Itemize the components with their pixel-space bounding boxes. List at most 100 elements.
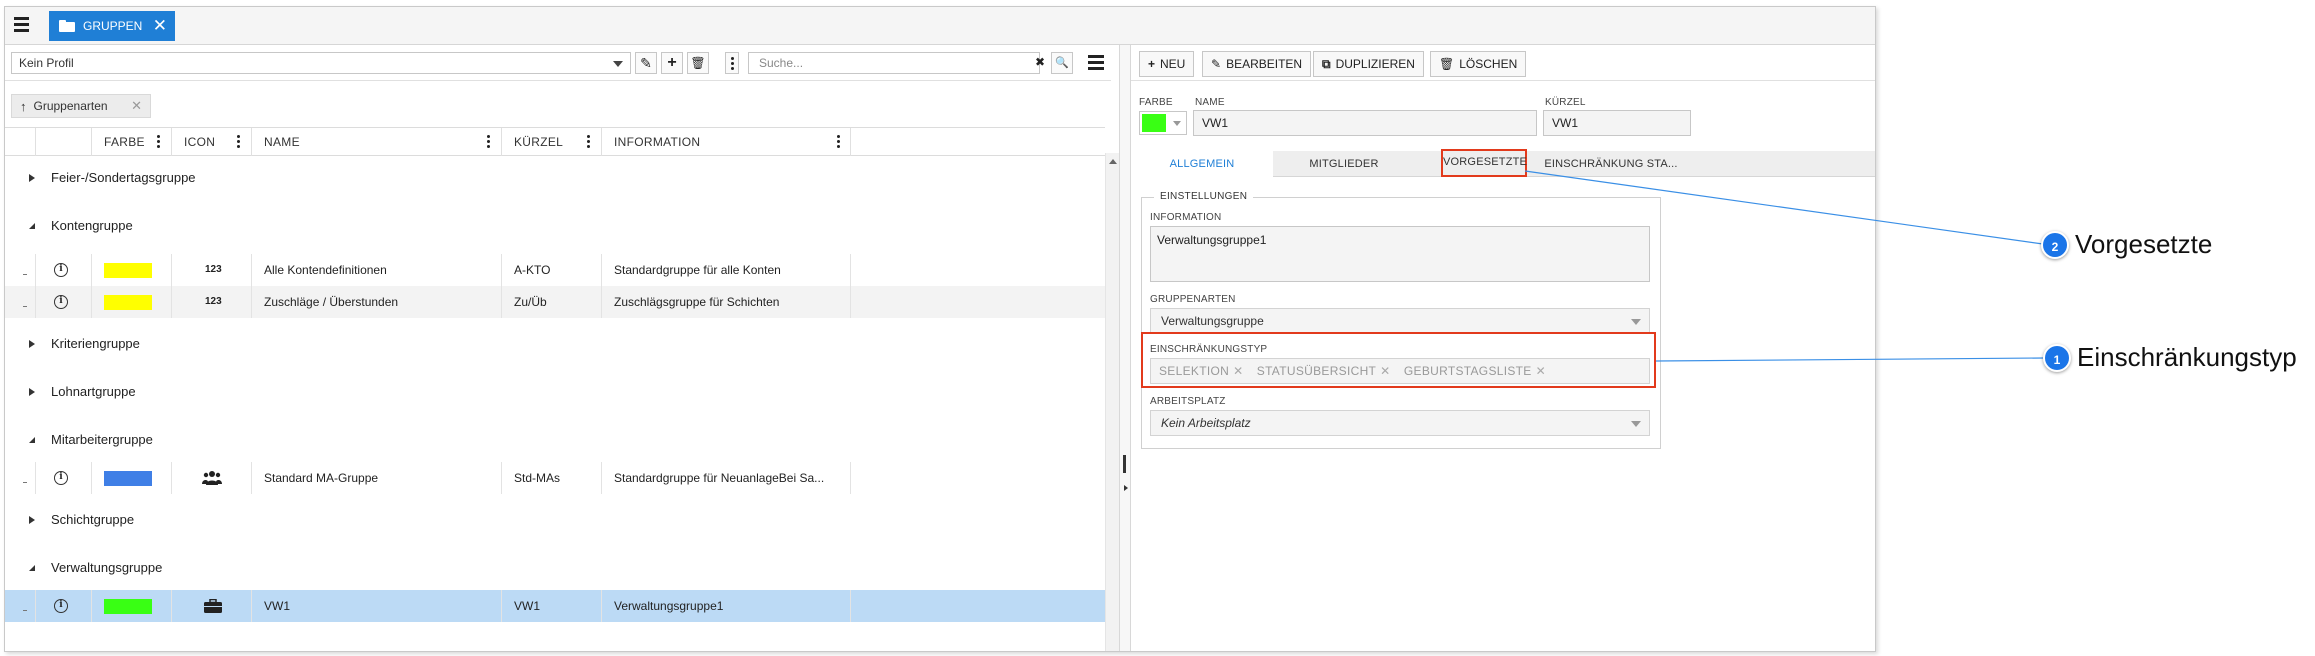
cell-info[interactable]: i [35,590,91,622]
col-header-name[interactable]: NAME [251,128,501,156]
grid-scrollbar[interactable] [1105,153,1119,651]
col-header-icon[interactable]: ICON [171,128,251,156]
tree-connector [23,482,27,483]
clear-search-icon[interactable]: ✖ [1029,52,1051,74]
expand-arrow-icon[interactable] [29,174,35,182]
delete-button[interactable]: 🗑 LÖSCHEN [1430,51,1527,77]
tag-remove-icon[interactable]: ✕ [1233,364,1243,378]
scroll-up-icon[interactable] [1109,159,1117,164]
group-row-kriterien[interactable]: Kriteriengruppe [5,328,1105,360]
group-row-mitarbeiter[interactable]: Mitarbeitergruppe [5,424,1105,456]
delete-profile-button[interactable]: 🗑 [687,52,709,74]
new-button[interactable]: + NEU [1139,51,1195,77]
tab-close-icon[interactable]: ✕ [153,17,167,34]
main-menu-icon[interactable] [13,16,31,32]
cell-farbe [91,254,171,286]
col-information-kebab-icon[interactable] [832,135,844,149]
col-header-information[interactable]: INFORMATION [601,128,851,156]
cell-info[interactable]: i [35,254,91,286]
numbers-icon: 123 [205,264,222,275]
add-profile-button[interactable]: + [661,52,683,74]
cell-info[interactable]: i [35,462,91,494]
briefcase-icon [204,599,222,613]
information-textarea[interactable]: Verwaltungsgruppe1 [1150,226,1650,282]
name-field[interactable] [1193,110,1537,136]
column-options-kebab-icon[interactable] [725,52,739,74]
info-icon[interactable]: i [54,295,68,309]
delete-button-label: LÖSCHEN [1459,57,1518,71]
chevron-down-icon [613,61,623,67]
arbeitsplatz-label: ARBEITSPLATZ [1150,396,1226,407]
col-farbe-kebab-icon[interactable] [152,135,164,149]
edit-button-label: BEARBEITEN [1226,57,1303,71]
breadcrumb-close-icon[interactable]: ✕ [131,98,142,114]
tab-allgemein[interactable]: ALLGEMEIN [1131,151,1273,177]
tag-statusuebersicht[interactable]: STATUSÜBERSICHT ✕ [1257,364,1391,378]
cell-name: VW1 [251,590,501,622]
einschraenkungstyp-multiselect[interactable]: SELEKTION ✕ STATUSÜBERSICHT ✕ GEBURTSTAGSL… [1150,358,1650,384]
info-icon[interactable]: i [54,599,68,613]
table-row[interactable]: i 123 Zuschläge / Überstunden Zu/Üb Zusc… [5,286,1105,318]
breadcrumb-chip-gruppenarten[interactable]: ↑ Gruppenarten ✕ [11,94,151,118]
col-icon-kebab-icon[interactable] [232,135,244,149]
duplicate-button[interactable]: ⧉ DUPLIZIEREN [1313,51,1424,77]
collapse-arrow-icon[interactable] [29,437,35,443]
search-input[interactable] [748,52,1040,74]
color-picker[interactable] [1139,111,1187,135]
tag-remove-icon[interactable]: ✕ [1380,364,1390,378]
group-row-feier[interactable]: Feier-/Sondertagsgruppe [5,162,1105,194]
profile-select[interactable]: Kein Profil [11,52,631,74]
table-row[interactable]: i 123 Alle Kontendefinitionen A-KTO Stan… [5,254,1105,286]
chevron-right-icon[interactable] [1124,485,1128,491]
expand-arrow-icon[interactable] [29,340,35,348]
cell-information: Standardgruppe für alle Konten [601,254,851,286]
col-name-kebab-icon[interactable] [482,135,494,149]
kuerzel-field[interactable] [1543,110,1691,136]
group-label: Mitarbeitergruppe [51,432,153,447]
collapse-arrow-icon[interactable] [29,223,35,229]
expand-arrow-icon[interactable] [29,516,35,524]
tab-mitglieder[interactable]: MITGLIEDER [1273,151,1415,177]
tag-remove-icon[interactable]: ✕ [1536,364,1546,378]
col-header-kuerzel[interactable]: KÜRZEL [501,128,601,156]
tag-geburtstagsliste[interactable]: GEBURTSTAGSLISTE ✕ [1404,364,1546,378]
col-kuerzel-kebab-icon[interactable] [582,135,594,149]
tab-gruppen[interactable]: GRUPPEN ✕ [49,11,175,41]
info-icon[interactable]: i [54,471,68,485]
cell-kuerzel: Std-MAs [501,462,601,494]
splitter-handle[interactable] [1123,455,1126,473]
group-row-konten[interactable]: Kontengruppe [5,210,1105,242]
info-icon[interactable]: i [54,263,68,277]
detail-toolbar: + NEU ✎ BEARBEITEN ⧉ DUPLIZIEREN 🗑 LÖSCHEN [1131,45,1875,81]
group-row-schicht[interactable]: Schichtgruppe [5,504,1105,536]
color-swatch [104,295,152,310]
tab-vorgesetzte[interactable]: VORGESETZTE [1441,149,1527,177]
group-label: Kriteriengruppe [51,336,140,351]
tag-selektion[interactable]: SELEKTION ✕ [1159,364,1243,378]
einschraenkungstyp-label: EINSCHRÄNKUNGSTYP [1150,344,1268,355]
table-row-selected[interactable]: i VW1 VW1 Verwaltungsgruppe1 [5,590,1105,622]
list-menu-icon[interactable] [1088,54,1104,70]
table-row[interactable]: i Standard MA-Gruppe Std-MAs Standardgru… [5,462,1105,494]
search-icon[interactable]: 🔍 [1051,52,1073,74]
group-row-verwaltung[interactable]: Verwaltungsgruppe [5,552,1105,584]
callout-badge-2: 2 [2041,231,2069,259]
collapse-arrow-icon[interactable] [29,565,35,571]
col-header-farbe[interactable]: FARBE [91,128,171,156]
gruppenarten-select[interactable]: Verwaltungsgruppe [1150,308,1650,334]
tree-connector [23,610,27,611]
tag-label: STATUSÜBERSICHT [1256,364,1377,378]
panel-splitter[interactable] [1119,45,1131,651]
cell-icon [171,590,251,622]
tab-einschraenkung-status[interactable]: EINSCHRÄNKUNG STA... [1541,151,1681,177]
edit-profile-button[interactable]: ✎ [635,52,657,74]
top-tab-bar: GRUPPEN ✕ [5,7,1875,45]
farbe-label: FARBE [1139,97,1173,108]
arbeitsplatz-select[interactable]: Kein Arbeitsplatz [1150,410,1650,436]
cell-info[interactable]: i [35,286,91,318]
tag-label: SELEKTION [1159,364,1230,378]
grid-header: FARBE ICON NAME KÜRZEL INFORMATION [5,128,1105,156]
expand-arrow-icon[interactable] [29,388,35,396]
group-row-lohnart[interactable]: Lohnartgruppe [5,376,1105,408]
edit-button[interactable]: ✎ BEARBEITEN [1202,51,1312,77]
